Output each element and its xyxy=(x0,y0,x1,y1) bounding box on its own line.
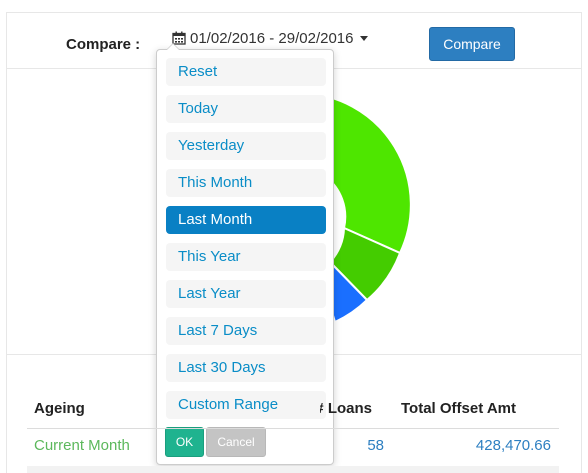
cell-loans[interactable]: 58 xyxy=(330,437,384,454)
range-today[interactable]: Today xyxy=(166,95,326,123)
cancel-button[interactable]: Cancel xyxy=(206,427,266,457)
range-last-month[interactable]: Last Month xyxy=(166,206,326,234)
table-header-rule xyxy=(27,428,559,429)
range-this-year[interactable]: This Year xyxy=(166,243,326,271)
column-header-offset: Total Offset Amt xyxy=(401,400,516,417)
cell-ageing[interactable]: Current Month xyxy=(34,437,130,454)
table-row-stripe xyxy=(27,466,559,473)
range-last-7-days[interactable]: Last 7 Days xyxy=(166,317,326,345)
range-yesterday[interactable]: Yesterday xyxy=(166,132,326,160)
date-range-dropdown: Reset Today Yesterday This Month Last Mo… xyxy=(156,43,334,465)
range-this-month[interactable]: This Month xyxy=(166,169,326,197)
ok-button[interactable]: OK xyxy=(165,427,204,457)
range-custom[interactable]: Custom Range xyxy=(166,391,326,419)
column-header-loans: Loans # xyxy=(320,400,372,417)
range-list: Reset Today Yesterday This Month Last Mo… xyxy=(166,58,326,428)
range-reset[interactable]: Reset xyxy=(166,58,326,86)
cell-offset[interactable]: 428,470.66 xyxy=(420,437,551,454)
range-last-year[interactable]: Last Year xyxy=(166,280,326,308)
column-header-ageing: Ageing xyxy=(34,400,85,417)
range-last-30-days[interactable]: Last 30 Days xyxy=(166,354,326,382)
